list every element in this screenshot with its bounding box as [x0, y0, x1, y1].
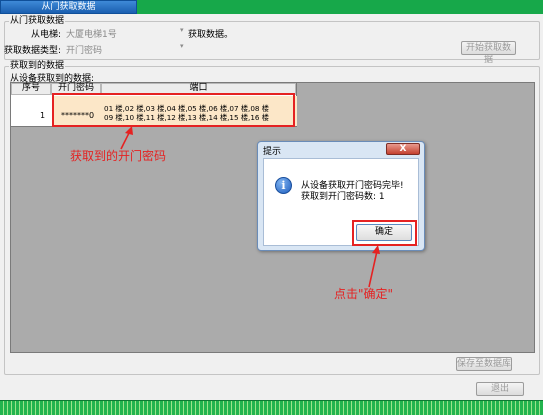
fetched-data-legend: 获取到的数据	[10, 61, 65, 71]
start-fetch-button[interactable]: 开始获取数据	[461, 41, 516, 65]
password-highlight-box	[52, 93, 295, 127]
dialog-title: 提示	[263, 147, 282, 157]
status-label: 获取数据。	[188, 30, 234, 40]
tab-get-from-door[interactable]: 从门获取数据	[0, 0, 137, 14]
data-type-label: 获取数据类型:	[4, 46, 62, 56]
dialog-message-line2: 获取到开门密码数: 1	[301, 192, 385, 202]
ok-highlight-box	[352, 220, 417, 246]
from-door-legend: 从门获取数据	[10, 16, 65, 26]
elevator-select[interactable]: 大厦电梯1号	[66, 27, 117, 40]
column-header-index[interactable]: 序号	[11, 83, 51, 95]
data-type-dropdown-icon[interactable]: ▾	[180, 42, 184, 50]
info-icon: i	[275, 177, 292, 194]
row-index: 1	[40, 111, 46, 120]
elevator-dropdown-icon[interactable]: ▾	[180, 26, 184, 34]
click-ok-annotation: 点击"确定"	[334, 287, 394, 301]
data-type-select[interactable]: 开门密码	[66, 43, 102, 56]
exit-button[interactable]: 退出	[476, 382, 524, 396]
elevator-label: 从电梯:	[31, 30, 62, 40]
close-icon[interactable]: X	[386, 143, 420, 155]
password-annotation: 获取到的开门密码	[70, 149, 167, 163]
bottom-status-bar	[0, 400, 543, 415]
annotation-arrow-up-ok	[368, 245, 380, 288]
save-to-database-button[interactable]: 保存至数据库	[456, 357, 512, 371]
